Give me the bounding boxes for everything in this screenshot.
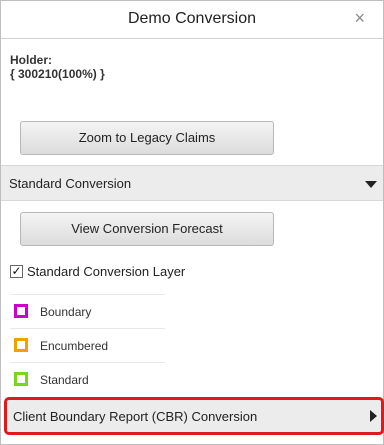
legend-item-boundary: Boundary [10, 294, 165, 328]
cbr-conversion-label: Client Boundary Report (CBR) Conversion [13, 409, 258, 424]
standard-conversion-section-header[interactable]: Standard Conversion [1, 165, 383, 201]
panel-header: Demo Conversion × [1, 1, 383, 39]
legend-item-standard: Standard [10, 362, 165, 396]
layer-label: Standard Conversion Layer [27, 264, 186, 279]
zoom-to-legacy-claims-button[interactable]: Zoom to Legacy Claims [20, 121, 274, 155]
demo-conversion-panel: Demo Conversion × Holder: { 300210(100%)… [0, 0, 384, 445]
legend-item-encumbered: Encumbered [10, 328, 165, 362]
standard-swatch-icon [14, 372, 28, 386]
boundary-swatch-icon [14, 304, 28, 318]
layer-legend: Boundary Encumbered Standard [10, 294, 165, 396]
encumbered-swatch-icon [14, 338, 28, 352]
layer-checkbox[interactable]: ✓ [10, 265, 23, 278]
legend-label: Standard [40, 373, 89, 387]
chevron-right-icon [370, 410, 377, 422]
standard-conversion-label: Standard Conversion [9, 176, 132, 191]
cbr-conversion-section-header[interactable]: Client Boundary Report (CBR) Conversion [4, 397, 384, 435]
chevron-down-icon [365, 181, 377, 188]
panel-title: Demo Conversion [127, 10, 257, 27]
holder-value: { 300210(100%) } [10, 67, 105, 81]
holder-label: Holder: [10, 53, 52, 67]
legend-label: Boundary [40, 305, 92, 319]
view-conversion-forecast-button[interactable]: View Conversion Forecast [20, 212, 274, 246]
close-icon[interactable]: × [354, 9, 365, 27]
legend-label: Encumbered [40, 339, 109, 353]
